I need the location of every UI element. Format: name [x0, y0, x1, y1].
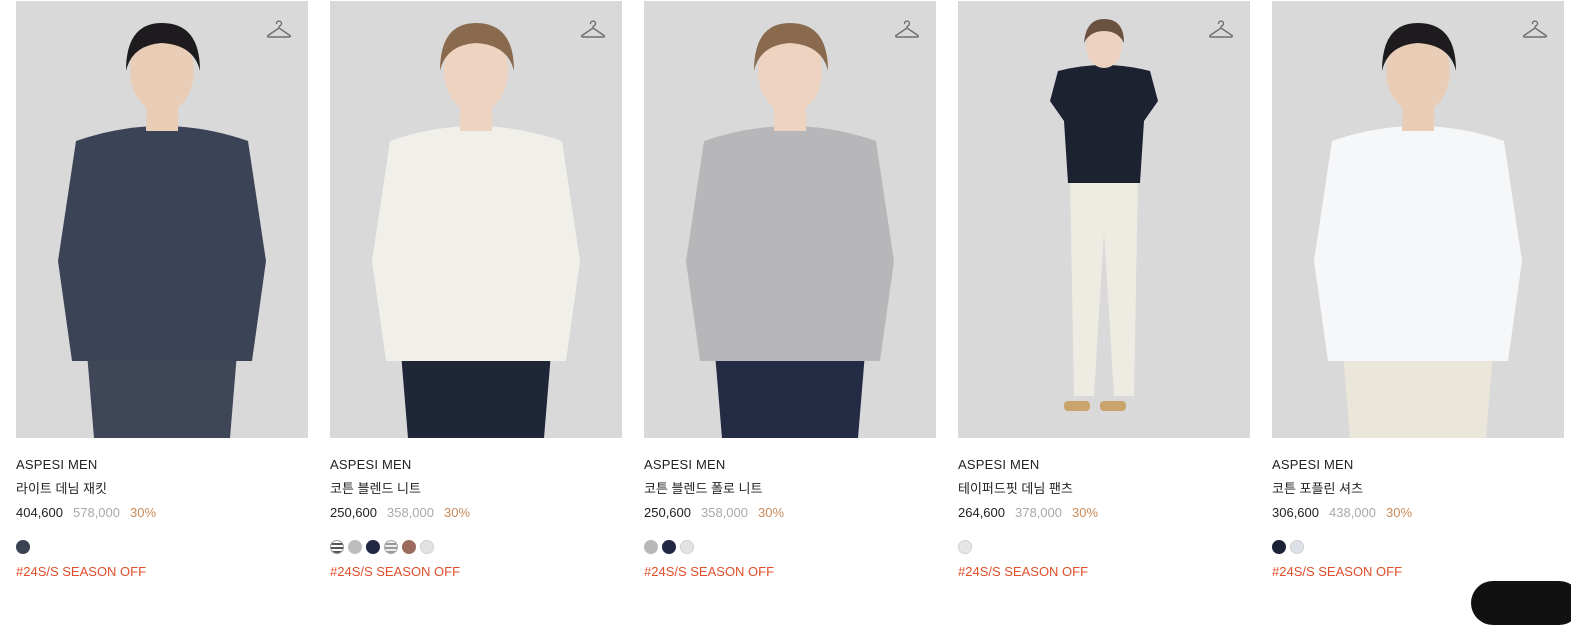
color-swatch[interactable]	[384, 540, 398, 554]
discount-rate: 30%	[1386, 505, 1413, 520]
product-name[interactable]: 코튼 블렌드 폴로 니트	[644, 481, 936, 497]
product-name[interactable]: 테이퍼드핏 데님 팬츠	[958, 481, 1250, 497]
color-swatch[interactable]	[348, 540, 362, 554]
original-price: 438,000	[1329, 505, 1376, 520]
season-off-tag[interactable]: #24S/S SEASON OFF	[16, 564, 308, 580]
original-price: 578,000	[73, 505, 120, 520]
product-image[interactable]	[16, 1, 308, 438]
color-swatch[interactable]	[680, 540, 694, 554]
season-off-tag[interactable]: #24S/S SEASON OFF	[644, 564, 936, 580]
color-swatch[interactable]	[644, 540, 658, 554]
color-swatch[interactable]	[402, 540, 416, 554]
color-swatches	[16, 540, 308, 554]
discount-rate: 30%	[758, 505, 785, 520]
color-swatch[interactable]	[1272, 540, 1286, 554]
product-card[interactable]: ASPESI MEN 코튼 포플린 셔츠 306,600 438,000 30% #24S…	[1272, 1, 1564, 580]
season-off-tag[interactable]: #24S/S SEASON OFF	[958, 564, 1250, 580]
product-card[interactable]: ASPESI MEN 테이퍼드핏 데님 팬츠 264,600 378,000 30% #2…	[958, 1, 1250, 580]
sale-price: 404,600	[16, 505, 63, 520]
product-prices: 404,600 578,000 30%	[16, 505, 308, 521]
color-swatches	[330, 540, 622, 554]
hanger-icon[interactable]	[894, 17, 920, 43]
color-swatch[interactable]	[1290, 540, 1304, 554]
original-price: 358,000	[387, 505, 434, 520]
season-off-tag[interactable]: #24S/S SEASON OFF	[1272, 564, 1564, 580]
product-brand[interactable]: ASPESI MEN	[330, 457, 622, 473]
product-image[interactable]	[958, 1, 1250, 438]
color-swatch[interactable]	[366, 540, 380, 554]
hanger-icon[interactable]	[1208, 17, 1234, 43]
color-swatch[interactable]	[330, 540, 344, 554]
floating-action-button[interactable]	[1471, 581, 1571, 625]
product-brand[interactable]: ASPESI MEN	[16, 457, 308, 473]
hanger-icon[interactable]	[1522, 17, 1548, 43]
product-image[interactable]	[1272, 1, 1564, 438]
product-brand[interactable]: ASPESI MEN	[644, 457, 936, 473]
product-card[interactable]: ASPESI MEN 코튼 블렌드 니트 250,600 358,000 30% #24S…	[330, 1, 622, 580]
original-price: 378,000	[1015, 505, 1062, 520]
sale-price: 250,600	[644, 505, 691, 520]
hanger-icon[interactable]	[580, 17, 606, 43]
color-swatches	[958, 540, 1250, 554]
product-card[interactable]: ASPESI MEN 코튼 블렌드 폴로 니트 250,600 358,000 30% #…	[644, 1, 936, 580]
product-name[interactable]: 라이트 데님 재킷	[16, 481, 308, 497]
color-swatch[interactable]	[420, 540, 434, 554]
product-prices: 250,600 358,000 30%	[330, 505, 622, 521]
sale-price: 306,600	[1272, 505, 1319, 520]
season-off-tag[interactable]: #24S/S SEASON OFF	[330, 564, 622, 580]
product-name[interactable]: 코튼 포플린 셔츠	[1272, 481, 1564, 497]
color-swatches	[1272, 540, 1564, 554]
discount-rate: 30%	[444, 505, 471, 520]
discount-rate: 30%	[1072, 505, 1099, 520]
original-price: 358,000	[701, 505, 748, 520]
product-card[interactable]: ASPESI MEN 라이트 데님 재킷 404,600 578,000 30% #24S…	[16, 1, 308, 580]
product-grid: ASPESI MEN 라이트 데님 재킷 404,600 578,000 30% #24S…	[16, 1, 1564, 580]
sale-price: 264,600	[958, 505, 1005, 520]
color-swatches	[644, 540, 936, 554]
product-brand[interactable]: ASPESI MEN	[1272, 457, 1564, 473]
sale-price: 250,600	[330, 505, 377, 520]
color-swatch[interactable]	[16, 540, 30, 554]
product-brand[interactable]: ASPESI MEN	[958, 457, 1250, 473]
product-name[interactable]: 코튼 블렌드 니트	[330, 481, 622, 497]
color-swatch[interactable]	[958, 540, 972, 554]
product-image[interactable]	[644, 1, 936, 438]
product-image[interactable]	[330, 1, 622, 438]
hanger-icon[interactable]	[266, 17, 292, 43]
color-swatch[interactable]	[662, 540, 676, 554]
product-prices: 306,600 438,000 30%	[1272, 505, 1564, 521]
product-prices: 264,600 378,000 30%	[958, 505, 1250, 521]
product-prices: 250,600 358,000 30%	[644, 505, 936, 521]
discount-rate: 30%	[130, 505, 157, 520]
